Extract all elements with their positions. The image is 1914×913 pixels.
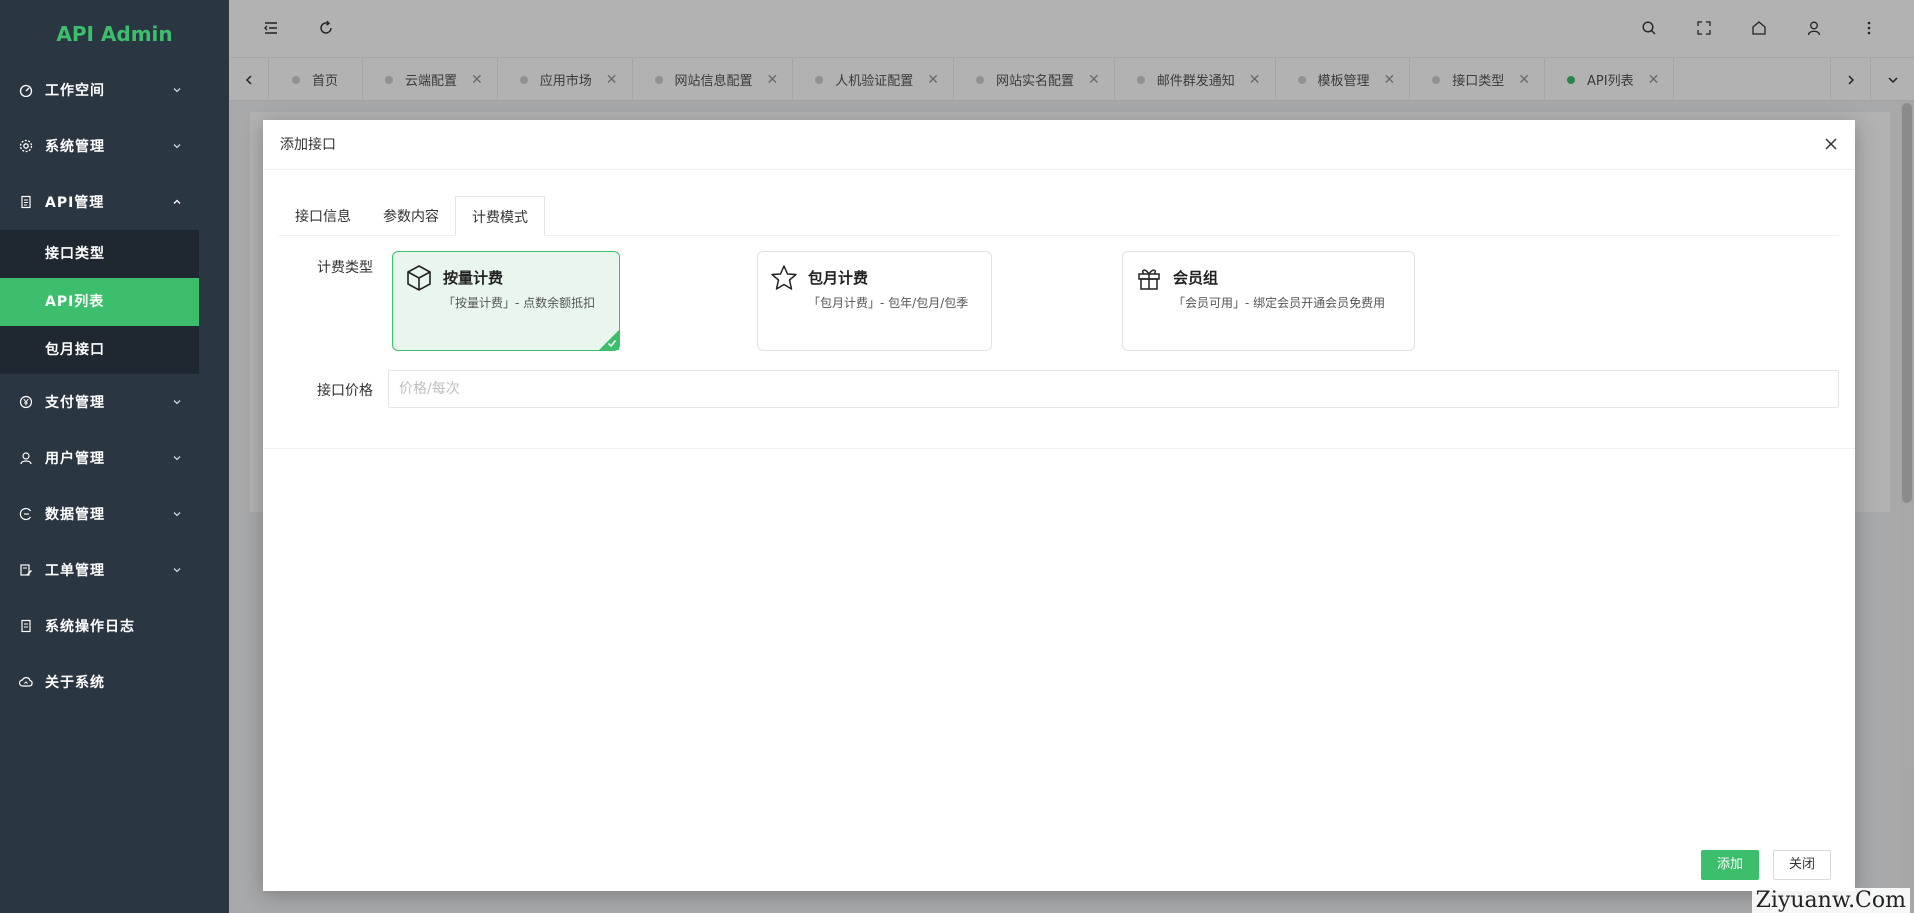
sidebar-item-label: 系统操作日志 [45,619,135,635]
billing-option-title: 按量计费 [443,269,504,287]
watermark: Ziyuanw.Com [1751,888,1910,913]
sidebar-item-users[interactable]: 用户管理 [0,430,229,486]
sidebar-item-api-list[interactable]: API列表 [0,278,199,326]
add-api-modal: 添加接口 接口信息 参数内容 计费模式 计费类型 按量计费 「按量计费」- 点数… [263,120,1855,891]
sidebar-item-label: 用户管理 [45,451,105,467]
star-icon [771,265,797,290]
user-icon [19,451,33,465]
billing-option-usage[interactable]: 按量计费 「按量计费」- 点数余额抵扣 [392,251,620,351]
sidebar-item-api[interactable]: API管理 [0,174,229,230]
modal-tabs: 接口信息 参数内容 计费模式 [279,196,1839,236]
sidebar-item-workspace[interactable]: 工作空间 [0,62,229,118]
sidebar-item-label: 工单管理 [45,563,105,579]
tab-params[interactable]: 参数内容 [367,196,455,236]
chevron-down-icon [173,456,181,461]
close-icon[interactable] [1823,136,1839,152]
billing-option-member-group[interactable]: 会员组 「会员可用」- 绑定会员开通会员免费用 [1122,251,1415,351]
billing-type-label: 计费类型 [317,260,373,276]
yen-icon [19,395,33,409]
gear-icon [19,139,33,153]
sidebar-item-tickets[interactable]: 工单管理 [0,542,229,598]
tab-billing[interactable]: 计费模式 [455,196,545,236]
billing-option-desc: 「按量计费」- 点数余额抵扣 [443,296,596,310]
sidebar-item-label: API管理 [45,195,105,211]
sidebar-item-system[interactable]: 系统管理 [0,118,229,174]
billing-option-desc: 「包月计费」- 包年/包月/包季 [808,296,969,310]
divider [263,448,1855,449]
sidebar-item-label: 系统管理 [45,139,105,155]
log-icon [19,619,33,633]
app-logo: API Admin [56,22,173,46]
sidebar-item-payment[interactable]: 支付管理 [0,374,229,430]
gift-icon [1138,269,1160,290]
check-icon [607,340,617,348]
modal-title-text: 添加接口 [280,137,336,153]
chevron-down-icon [173,144,181,149]
tab-api-info[interactable]: 接口信息 [279,196,367,236]
cube-icon [407,265,431,291]
sidebar-item-logs[interactable]: 系统操作日志 [0,598,229,654]
sidebar-item-label: 支付管理 [45,395,105,411]
price-input[interactable] [388,370,1839,408]
billing-option-monthly[interactable]: 包月计费 「包月计费」- 包年/包月/包季 [757,251,992,351]
dashboard-icon [19,83,33,97]
ticket-icon [19,563,33,577]
add-button[interactable]: 添加 [1701,850,1760,880]
billing-option-title: 会员组 [1173,269,1219,287]
price-label: 接口价格 [317,383,373,399]
sidebar-item-api-types[interactable]: 接口类型 [0,230,199,278]
sidebar-item-label: 工作空间 [45,83,105,99]
data-icon [19,507,33,521]
modal-title: 添加接口 [263,120,1855,170]
document-icon [19,195,33,209]
close-button[interactable]: 关闭 [1773,850,1832,880]
billing-option-desc: 「会员可用」- 绑定会员开通会员免费用 [1173,296,1386,310]
submenu-api: 接口类型 API列表 包月接口 [0,230,199,374]
sidebar-item-data[interactable]: 数据管理 [0,486,229,542]
chevron-down-icon [173,400,181,405]
sidebar-item-about[interactable]: 关于系统 [0,654,229,710]
chevron-down-icon [173,512,181,517]
chevron-up-icon [173,199,181,204]
chevron-down-icon [173,88,181,93]
cloud-icon [19,675,33,689]
sidebar-item-label: 数据管理 [45,507,105,523]
chevron-down-icon [173,568,181,573]
sidebar-item-label: 关于系统 [45,675,105,691]
sidebar: API Admin 工作空间 系统管理 API管理 接口类型 API列表 包月接… [0,0,229,913]
sidebar-item-monthly-api[interactable]: 包月接口 [0,326,199,374]
billing-option-title: 包月计费 [808,269,869,287]
